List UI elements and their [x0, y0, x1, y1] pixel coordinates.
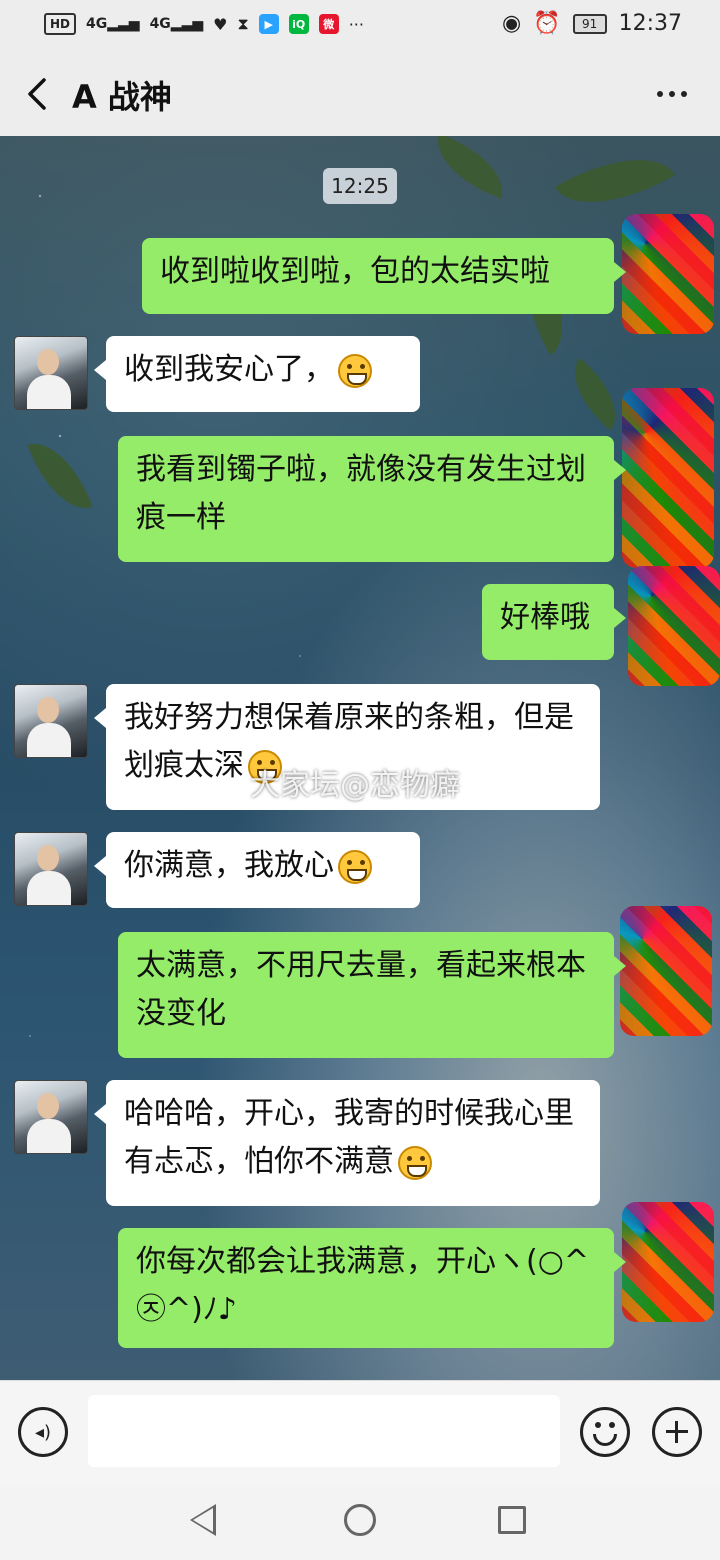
my-avatar[interactable] [622, 388, 714, 568]
net-label-2: 4G [149, 16, 171, 32]
more-notifications-icon: ··· [348, 14, 364, 34]
contact-avatar[interactable] [14, 684, 88, 758]
health-icon: ♥ [213, 14, 228, 34]
my-avatar[interactable] [620, 906, 712, 1036]
message-bubble-in[interactable]: 你满意，我放心 [94, 832, 420, 908]
message-text: 我看到镯子啦，就像没有发生过划痕一样 [136, 452, 586, 535]
message-text: 收到我安心了， [124, 352, 334, 387]
dot-icon [681, 91, 687, 97]
watermark: 大家坛@恋物癖 [250, 768, 460, 803]
message-text: 好棒哦 [500, 600, 590, 635]
chat-title: A 战神 [72, 78, 172, 116]
input-bar: ◂) [0, 1380, 720, 1485]
more-options-button[interactable] [652, 78, 692, 110]
message-text: 太满意，不用尺去量，看起来根本没变化 [136, 948, 586, 1031]
message-input[interactable] [88, 1395, 560, 1467]
signal-icon-1: 4G▂▃▅ [86, 16, 140, 32]
chat-area[interactable]: 12:25 收到啦收到啦，包的太结实啦 收到我安心了， 我看到镯子啦，就像没有发… [0, 136, 720, 1380]
weibo-app-icon: 微 [318, 14, 339, 34]
nav-recent-icon[interactable] [498, 1506, 526, 1534]
contact-avatar[interactable] [14, 832, 88, 906]
status-right: ◉ ⏰ 91 12:37 [502, 11, 682, 36]
voice-icon: ◂) [34, 1421, 52, 1443]
chat-header: A 战神 [0, 52, 720, 137]
message-text: 你满意，我放心 [124, 848, 334, 883]
dot-icon [669, 91, 675, 97]
hd-badge: HD [44, 13, 77, 35]
contact-avatar[interactable] [14, 336, 88, 410]
hourglass-icon: ⧗ [237, 14, 249, 33]
message-text: 收到啦收到啦，包的太结实啦 [160, 254, 550, 289]
clock-time: 12:37 [618, 11, 682, 36]
status-left: HD 4G▂▃▅ 4G▂▃▅ ♥ ⧗ ▶ iQ 微 ··· [44, 13, 364, 35]
message-bubble-in[interactable]: 收到我安心了， [94, 336, 420, 412]
grin-emoji-icon [338, 353, 372, 388]
message-bubble-out[interactable]: 收到啦收到啦，包的太结实啦 [142, 238, 626, 314]
nav-home-icon[interactable] [344, 1504, 376, 1536]
more-functions-button[interactable] [652, 1407, 702, 1457]
grin-emoji-icon [338, 849, 372, 884]
dot-icon [657, 91, 663, 97]
signal-icon-2: 4G▂▃▅ [149, 16, 204, 32]
message-text: 你每次都会让我满意，开心ヽ(○^㉨^)ﾉ♪ [136, 1244, 590, 1327]
net-label-1: 4G [86, 16, 108, 32]
eye-icon: ◉ [501, 11, 522, 36]
my-avatar[interactable] [628, 566, 720, 686]
grin-emoji-icon [398, 1145, 432, 1180]
chevron-left-icon [28, 78, 46, 110]
nav-back-icon[interactable] [190, 1504, 216, 1536]
back-button[interactable] [20, 72, 60, 116]
alarm-icon: ⏰ [533, 11, 561, 36]
message-bubble-out[interactable]: 我看到镯子啦，就像没有发生过划痕一样 [118, 436, 626, 562]
my-avatar[interactable] [622, 1202, 714, 1322]
iqiyi-app-icon: iQ [288, 14, 309, 34]
voice-input-button[interactable]: ◂) [18, 1407, 68, 1457]
contact-avatar[interactable] [14, 1080, 88, 1154]
message-text: 哈哈哈，开心，我寄的时候我心里有忐忑，怕你不满意 [124, 1096, 574, 1179]
emoji-button[interactable] [580, 1407, 630, 1457]
message-bubble-out[interactable]: 好棒哦 [482, 584, 626, 660]
video-app-icon: ▶ [258, 14, 279, 34]
message-bubble-out[interactable]: 太满意，不用尺去量，看起来根本没变化 [118, 932, 626, 1058]
message-timestamp: 12:25 [323, 168, 397, 204]
battery-icon: 91 [572, 13, 607, 34]
my-avatar[interactable] [622, 214, 714, 334]
status-bar: HD 4G▂▃▅ 4G▂▃▅ ♥ ⧗ ▶ iQ 微 ··· ◉ ⏰ 91 12:… [0, 0, 720, 52]
system-nav-bar [0, 1484, 720, 1560]
message-bubble-out[interactable]: 你每次都会让我满意，开心ヽ(○^㉨^)ﾉ♪ [118, 1228, 626, 1348]
message-bubble-in[interactable]: 哈哈哈，开心，我寄的时候我心里有忐忑，怕你不满意 [94, 1080, 600, 1206]
